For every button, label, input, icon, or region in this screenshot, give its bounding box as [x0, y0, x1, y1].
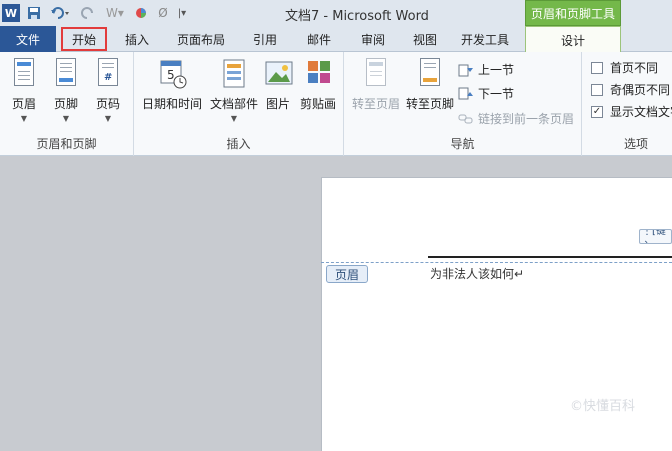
- page-number-button[interactable]: # 页码 ▼: [92, 58, 124, 123]
- group-label-options: 选项: [624, 137, 649, 151]
- goto-footer-button[interactable]: 转至页脚: [404, 58, 456, 112]
- tab-file[interactable]: 文件: [0, 26, 56, 52]
- save-icon[interactable]: [26, 4, 42, 22]
- footer-button-label: 页脚: [53, 97, 78, 111]
- different-odd-even-checkbox[interactable]: 奇偶页不同: [591, 81, 670, 98]
- previous-section-icon: [458, 63, 474, 77]
- quick-parts-icon: [221, 58, 247, 90]
- undo-icon[interactable]: [48, 4, 72, 22]
- clip-art-icon: [305, 58, 331, 90]
- header-border-line: [428, 256, 672, 258]
- show-document-text-checkbox[interactable]: ✓ 显示文档文字: [591, 103, 672, 120]
- header-text[interactable]: 为非法人该如何↵: [430, 265, 524, 282]
- date-time-button[interactable]: 5 日期和时间: [140, 58, 204, 112]
- footer-icon: [53, 58, 79, 90]
- footer-button[interactable]: 页脚 ▼: [50, 58, 82, 123]
- next-section-button[interactable]: 下一节: [458, 85, 514, 102]
- date-time-button-label: 日期和时间: [141, 97, 202, 111]
- different-odd-even-label: 奇偶页不同: [610, 83, 671, 97]
- watermark: ©快懂百科: [570, 399, 636, 414]
- calendar-clock-icon: 5: [159, 58, 187, 90]
- checkbox-box: [591, 83, 603, 96]
- clip-art-button-label: 剪贴画: [299, 97, 336, 111]
- show-document-text-label: 显示文档文字: [610, 105, 672, 119]
- quick-parts-button-label: 文档部件: [209, 97, 258, 111]
- header-tag: 页眉: [326, 265, 368, 283]
- window-title: 文档7 - Microsoft Word: [285, 9, 429, 24]
- svg-text:5: 5: [167, 68, 175, 82]
- tab-references[interactable]: 引用: [242, 26, 288, 52]
- clear-format-icon[interactable]: Ø: [155, 4, 171, 22]
- word-logo-icon[interactable]: W: [2, 4, 20, 22]
- chevron-down-icon: ▼: [230, 114, 238, 123]
- next-section-label: 下一节: [478, 87, 515, 101]
- picture-button-label: 图片: [265, 97, 290, 111]
- next-section-icon: [458, 87, 474, 101]
- tab-view[interactable]: 视图: [402, 26, 448, 52]
- goto-header-button-label: 转至页眉: [351, 97, 400, 111]
- color-icon[interactable]: [134, 4, 148, 22]
- ribbon-tab-row: 文件 开始 插入 页面布局 引用 邮件 审阅 视图 开发工具 设计: [0, 26, 672, 53]
- tab-review[interactable]: 审阅: [350, 26, 396, 52]
- format-painter-icon[interactable]: W▾: [103, 4, 127, 22]
- goto-footer-button-label: 转至页脚: [405, 97, 454, 111]
- tab-page-layout[interactable]: 页面布局: [168, 26, 234, 52]
- different-first-page-checkbox[interactable]: 首页不同: [591, 59, 658, 76]
- title-bar: W W▾ Ø |▾ 文档7 - Microsoft Word 页眉和页脚工具: [0, 0, 672, 26]
- picture-button[interactable]: 图片: [262, 58, 294, 112]
- tab-home[interactable]: 开始: [61, 27, 107, 51]
- checkbox-box: [591, 61, 603, 74]
- tab-mailings[interactable]: 邮件: [296, 26, 342, 52]
- link-to-previous-button[interactable]: 链接到前一条页眉: [458, 110, 574, 127]
- check-icon: ✓: [591, 105, 603, 118]
- quick-parts-button[interactable]: 文档部件 ▼: [206, 58, 262, 123]
- chevron-down-icon: ▼: [20, 114, 28, 123]
- previous-section-button[interactable]: 上一节: [458, 61, 514, 78]
- header-icon: [11, 58, 37, 90]
- context-tab-header-footer-tools: 页眉和页脚工具: [525, 0, 621, 26]
- group-options: 首页不同 奇偶页不同 ✓ 显示文档文字 选项: [582, 52, 672, 156]
- link-icon: [458, 112, 474, 126]
- redo-icon[interactable]: [80, 4, 96, 22]
- goto-header-icon: [363, 58, 389, 90]
- goto-header-button[interactable]: 转至页眉: [350, 58, 402, 112]
- link-to-previous-label: 链接到前一条页眉: [478, 112, 575, 126]
- ribbon: 页眉 ▼ 页脚 ▼ # 页码 ▼ 页眉和页脚 5 日期和时间 文档部件 ▼ 图片…: [0, 52, 672, 156]
- different-first-page-label: 首页不同: [610, 61, 659, 75]
- group-label-header-footer: 页眉和页脚: [36, 137, 97, 151]
- clip-art-button[interactable]: 剪贴画: [298, 58, 338, 112]
- group-label-navigation: 导航: [450, 137, 475, 151]
- page-number-icon: #: [95, 58, 121, 90]
- header-boundary-dashed-line: [321, 262, 672, 263]
- group-label-insert: 插入: [226, 137, 251, 151]
- header-button-label: 页眉: [11, 97, 36, 111]
- header-button[interactable]: 页眉 ▼: [8, 58, 40, 123]
- tab-insert[interactable]: 插入: [114, 26, 160, 52]
- goto-footer-icon: [417, 58, 443, 90]
- group-navigation: 转至页眉 转至页脚 上一节 下一节 链接到前一条页眉 导航: [344, 52, 582, 156]
- picture-icon: [265, 58, 293, 90]
- chevron-down-icon: ▼: [62, 114, 70, 123]
- tab-design[interactable]: 设计: [525, 26, 621, 53]
- header-content-control[interactable]: ⋮[键入: [639, 229, 672, 244]
- tab-developer[interactable]: 开发工具: [452, 26, 518, 52]
- chevron-down-icon: ▼: [104, 114, 112, 123]
- customize-qat-icon[interactable]: |▾: [176, 4, 188, 22]
- previous-section-label: 上一节: [478, 63, 515, 77]
- page-number-button-label: 页码: [95, 97, 120, 111]
- group-header-footer: 页眉 ▼ 页脚 ▼ # 页码 ▼ 页眉和页脚: [0, 52, 134, 156]
- group-insert: 5 日期和时间 文档部件 ▼ 图片 剪贴画 插入: [134, 52, 344, 156]
